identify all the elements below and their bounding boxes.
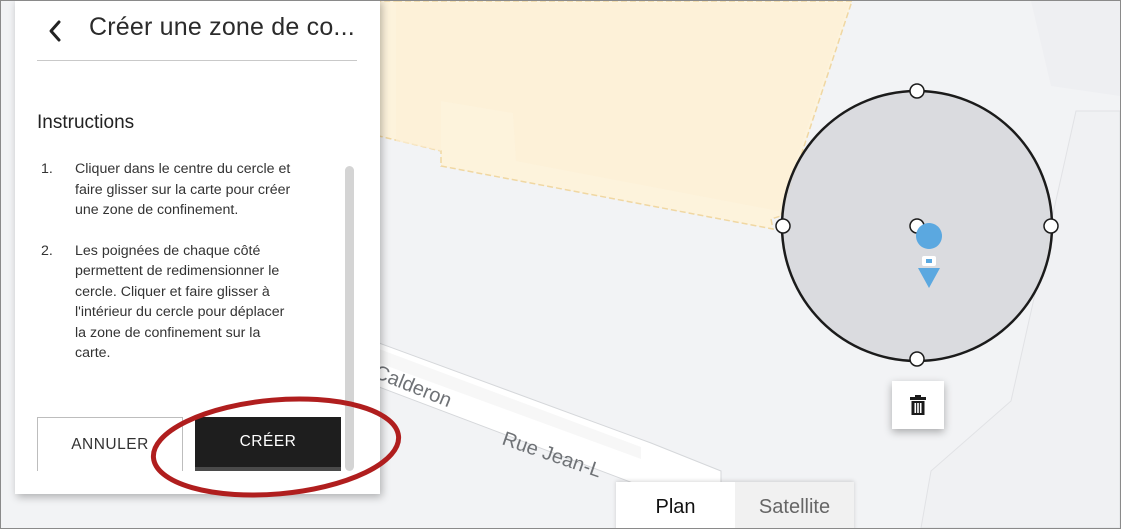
instruction-step: 2. Les poignées de chaque côté permetten… [23,241,323,364]
plan-view-option[interactable]: Plan [616,482,735,528]
map-view-toggle: Plan Satellite [616,482,854,528]
instructions-heading: Instructions [37,112,135,133]
step-line: la zone de confinement sur la [75,324,261,341]
resize-handle-top [909,83,925,99]
delete-zone-button[interactable] [892,381,944,429]
instruction-step: 1. Cliquer dans le centre du cercle et f… [23,159,323,221]
cancel-button[interactable]: ANNULER [37,417,183,471]
resize-handle-bottom [909,351,925,367]
step-line: carte. [75,345,111,361]
panel-scrollbar[interactable] [345,166,354,471]
resize-handle-right [1043,218,1059,234]
step-number: 2. [41,242,53,259]
panel-header: Créer une zone de co... [37,1,357,61]
step-line: permettent de redimensionner le [75,263,280,279]
create-zone-panel: Créer une zone de co... Instructions 1. … [15,1,380,494]
create-button[interactable]: CRÉER [195,417,341,471]
step-line: l'intérieur du cercle pour déplacer [75,304,285,320]
step-line: Les poignées de chaque côté [75,242,261,259]
satellite-view-option[interactable]: Satellite [735,482,854,528]
step-line: cercle. Cliquer et faire glisser à [75,283,270,300]
resize-handle-left [775,218,791,234]
step-number: 1. [41,161,53,177]
step-line: Cliquer dans le centre du cercle et [75,161,291,177]
chevron-left-icon [49,20,61,42]
map-frame: Calderon Rue Jean-L Créer une zone de co… [0,0,1121,529]
step-line: une zone de confinement. [75,202,239,218]
trash-icon [910,395,926,415]
back-button[interactable] [43,9,71,49]
instructions-list: 1. Cliquer dans le centre du cercle et f… [23,159,323,384]
step-line: faire glisser sur la carte pour créer [75,181,291,198]
panel-title: Créer une zone de co... [89,13,355,41]
